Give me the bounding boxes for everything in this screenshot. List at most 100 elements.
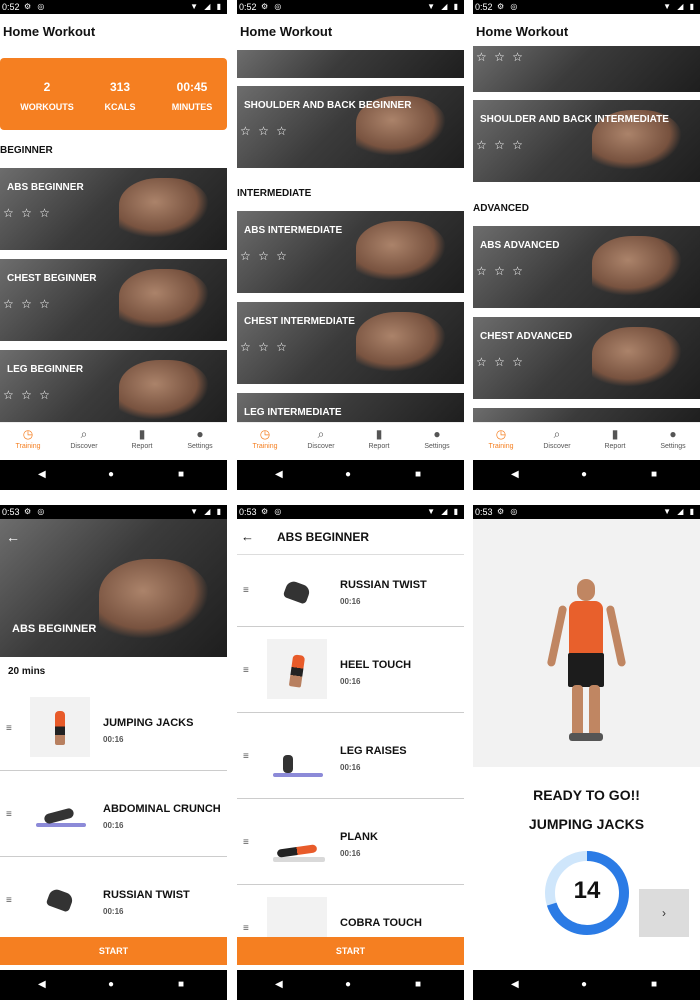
tab-training[interactable]: ◷ Training bbox=[473, 427, 529, 450]
screen-exercise-list: 0:53 ⚙ ◎ ▼ ◢ ▮ ← ABS BEGINNER ≡ RUSSIAN … bbox=[237, 505, 464, 1000]
home-nav-icon[interactable]: ● bbox=[108, 980, 114, 990]
card-chest-intermediate[interactable]: CHEST INTERMEDIATE ☆ ☆ ☆ bbox=[237, 302, 464, 384]
card-abs-beginner[interactable]: ABS BEGINNER ☆ ☆ ☆ bbox=[0, 168, 227, 250]
mat-icon bbox=[273, 857, 325, 862]
page-title: ABS BEGINNER bbox=[277, 530, 370, 544]
exercise-row-plank[interactable]: ≡ PLANK 00:16 bbox=[237, 799, 464, 885]
drag-handle-icon[interactable]: ≡ bbox=[243, 585, 249, 596]
tab-label: Training bbox=[488, 443, 514, 450]
back-nav-icon[interactable]: ◀ bbox=[511, 470, 519, 480]
card-shoulder-back-intermediate[interactable]: SHOULDER AND BACK INTERMEDIATE ☆ ☆ ☆ bbox=[473, 100, 700, 182]
recents-nav-icon[interactable]: ■ bbox=[178, 470, 184, 480]
star-rating: ☆ ☆ ☆ bbox=[240, 249, 289, 263]
recents-nav-icon[interactable]: ■ bbox=[415, 980, 421, 990]
exercise-row-russian-twist[interactable]: ≡ RUSSIAN TWIST 00:16 bbox=[237, 555, 464, 627]
back-nav-icon[interactable]: ◀ bbox=[511, 980, 519, 990]
tab-report[interactable]: ▮ Report bbox=[114, 427, 170, 450]
drag-handle-icon[interactable]: ≡ bbox=[243, 923, 249, 934]
screen-home-intermediate: 0:52 ⚙ ◎ ▼ ◢ ▮ Home Workout SHOULDER AND… bbox=[237, 0, 464, 490]
recents-nav-icon[interactable]: ■ bbox=[651, 980, 657, 990]
card-abs-intermediate[interactable]: ABS INTERMEDIATE ☆ ☆ ☆ bbox=[237, 211, 464, 293]
start-button[interactable]: START bbox=[0, 937, 227, 965]
search-icon: ⌕ bbox=[317, 427, 325, 441]
tab-report[interactable]: ▮ Report bbox=[351, 427, 407, 450]
card-leg-beginner[interactable]: LEG BEGINNER ☆ ☆ ☆ bbox=[0, 350, 227, 424]
recents-nav-icon[interactable]: ■ bbox=[651, 470, 657, 480]
card-chest-beginner[interactable]: CHEST BEGINNER ☆ ☆ ☆ bbox=[0, 259, 227, 341]
card-partial[interactable]: ☆ ☆ ☆ bbox=[473, 46, 700, 92]
back-nav-icon[interactable]: ◀ bbox=[38, 470, 46, 480]
home-nav-icon[interactable]: ● bbox=[108, 470, 114, 480]
exercise-row-russian-twist[interactable]: ≡ RUSSIAN TWIST 00:16 bbox=[0, 857, 227, 943]
drag-handle-icon[interactable]: ≡ bbox=[6, 895, 12, 906]
exercise-thumbnail bbox=[30, 869, 90, 929]
tab-discover[interactable]: ⌕ Discover bbox=[293, 427, 349, 450]
star-rating: ☆ ☆ ☆ bbox=[476, 264, 525, 278]
home-nav-icon[interactable]: ● bbox=[581, 980, 587, 990]
exercise-row-abdominal-crunch[interactable]: ≡ ABDOMINAL CRUNCH 00:16 bbox=[0, 771, 227, 857]
tab-report[interactable]: ▮ Report bbox=[587, 427, 643, 450]
drag-handle-icon[interactable]: ≡ bbox=[6, 809, 12, 820]
home-nav-icon[interactable]: ● bbox=[581, 470, 587, 480]
system-nav-bar: ◀ ● ■ bbox=[0, 970, 227, 1000]
exercise-row-heel-touch[interactable]: ≡ HEEL TOUCH 00:16 bbox=[237, 627, 464, 713]
next-button[interactable]: › bbox=[639, 889, 689, 937]
exercise-thumbnail bbox=[267, 725, 327, 785]
bar-chart-icon: ▮ bbox=[611, 427, 619, 441]
back-nav-icon[interactable]: ◀ bbox=[38, 980, 46, 990]
tab-training[interactable]: ◷ Training bbox=[0, 427, 56, 450]
tab-label: Report bbox=[368, 443, 390, 450]
tab-label: Discover bbox=[70, 443, 98, 450]
tab-discover[interactable]: ⌕ Discover bbox=[56, 427, 112, 450]
stat-workouts-label: WORKOUTS bbox=[20, 102, 74, 112]
exercise-name: ABDOMINAL CRUNCH bbox=[103, 803, 221, 815]
tab-label: Discover bbox=[543, 443, 571, 450]
home-nav-icon[interactable]: ● bbox=[345, 980, 351, 990]
back-nav-icon[interactable]: ◀ bbox=[275, 980, 283, 990]
drag-handle-icon[interactable]: ≡ bbox=[243, 665, 249, 676]
drag-handle-icon[interactable]: ≡ bbox=[243, 837, 249, 848]
exercise-row-jumping-jacks[interactable]: ≡ JUMPING JACKS 00:16 bbox=[0, 685, 227, 771]
app-title: Home Workout bbox=[476, 24, 569, 39]
exercise-thumbnail bbox=[267, 811, 327, 871]
star-rating: ☆ ☆ ☆ bbox=[476, 138, 525, 152]
exercise-name: RUSSIAN TWIST bbox=[340, 579, 427, 591]
tab-settings[interactable]: ● Settings bbox=[409, 427, 464, 450]
card-chest-advanced[interactable]: CHEST ADVANCED ☆ ☆ ☆ bbox=[473, 317, 700, 399]
tab-settings[interactable]: ● Settings bbox=[172, 427, 227, 450]
tab-training[interactable]: ◷ Training bbox=[237, 427, 293, 450]
home-nav-icon[interactable]: ● bbox=[345, 470, 351, 480]
exercise-row-leg-raises[interactable]: ≡ LEG RAISES 00:16 bbox=[237, 713, 464, 799]
system-nav-bar: ◀ ● ■ bbox=[237, 970, 464, 1000]
star-rating: ☆ ☆ ☆ bbox=[240, 340, 289, 354]
card-shoulder-back-beginner[interactable]: SHOULDER AND BACK BEGINNER ☆ ☆ ☆ bbox=[237, 86, 464, 168]
exercise-duration: 00:16 bbox=[103, 735, 124, 744]
figure-icon bbox=[282, 579, 312, 605]
clock-icon: ◷ bbox=[22, 427, 34, 441]
card-leg-intermediate[interactable]: LEG INTERMEDIATE bbox=[237, 393, 464, 424]
tab-settings[interactable]: ● Settings bbox=[645, 427, 700, 450]
stat-kcals: 313 KCALS bbox=[88, 80, 152, 112]
tab-discover[interactable]: ⌕ Discover bbox=[529, 427, 585, 450]
screen-home-top: 0:52 ⚙ ◎ ▼ ◢ ▮ Home Workout 2 WORKOUTS 3… bbox=[0, 0, 227, 490]
recents-nav-icon[interactable]: ■ bbox=[415, 470, 421, 480]
card-partial[interactable] bbox=[237, 50, 464, 78]
card-abs-advanced[interactable]: ABS ADVANCED ☆ ☆ ☆ bbox=[473, 226, 700, 308]
back-nav-icon[interactable]: ◀ bbox=[275, 470, 283, 480]
person-icon: ● bbox=[196, 427, 204, 441]
battery-icon: ▼ ◢ ▮ bbox=[663, 2, 696, 11]
back-arrow-icon[interactable]: ← bbox=[241, 529, 254, 544]
card-title: SHOULDER AND BACK INTERMEDIATE bbox=[480, 114, 669, 125]
app-title: Home Workout bbox=[240, 24, 333, 39]
card-title: CHEST ADVANCED bbox=[480, 331, 573, 342]
settings-icon: ⚙ ◎ bbox=[497, 507, 520, 516]
start-button[interactable]: START bbox=[237, 937, 464, 965]
exercise-thumbnail bbox=[267, 639, 327, 699]
recents-nav-icon[interactable]: ■ bbox=[178, 980, 184, 990]
drag-handle-icon[interactable]: ≡ bbox=[6, 723, 12, 734]
drag-handle-icon[interactable]: ≡ bbox=[243, 751, 249, 762]
search-icon: ⌕ bbox=[553, 427, 561, 441]
star-rating: ☆ ☆ ☆ bbox=[240, 124, 289, 138]
back-arrow-icon[interactable]: ← bbox=[6, 529, 20, 545]
battery-icon: ▼ ◢ ▮ bbox=[663, 507, 696, 516]
